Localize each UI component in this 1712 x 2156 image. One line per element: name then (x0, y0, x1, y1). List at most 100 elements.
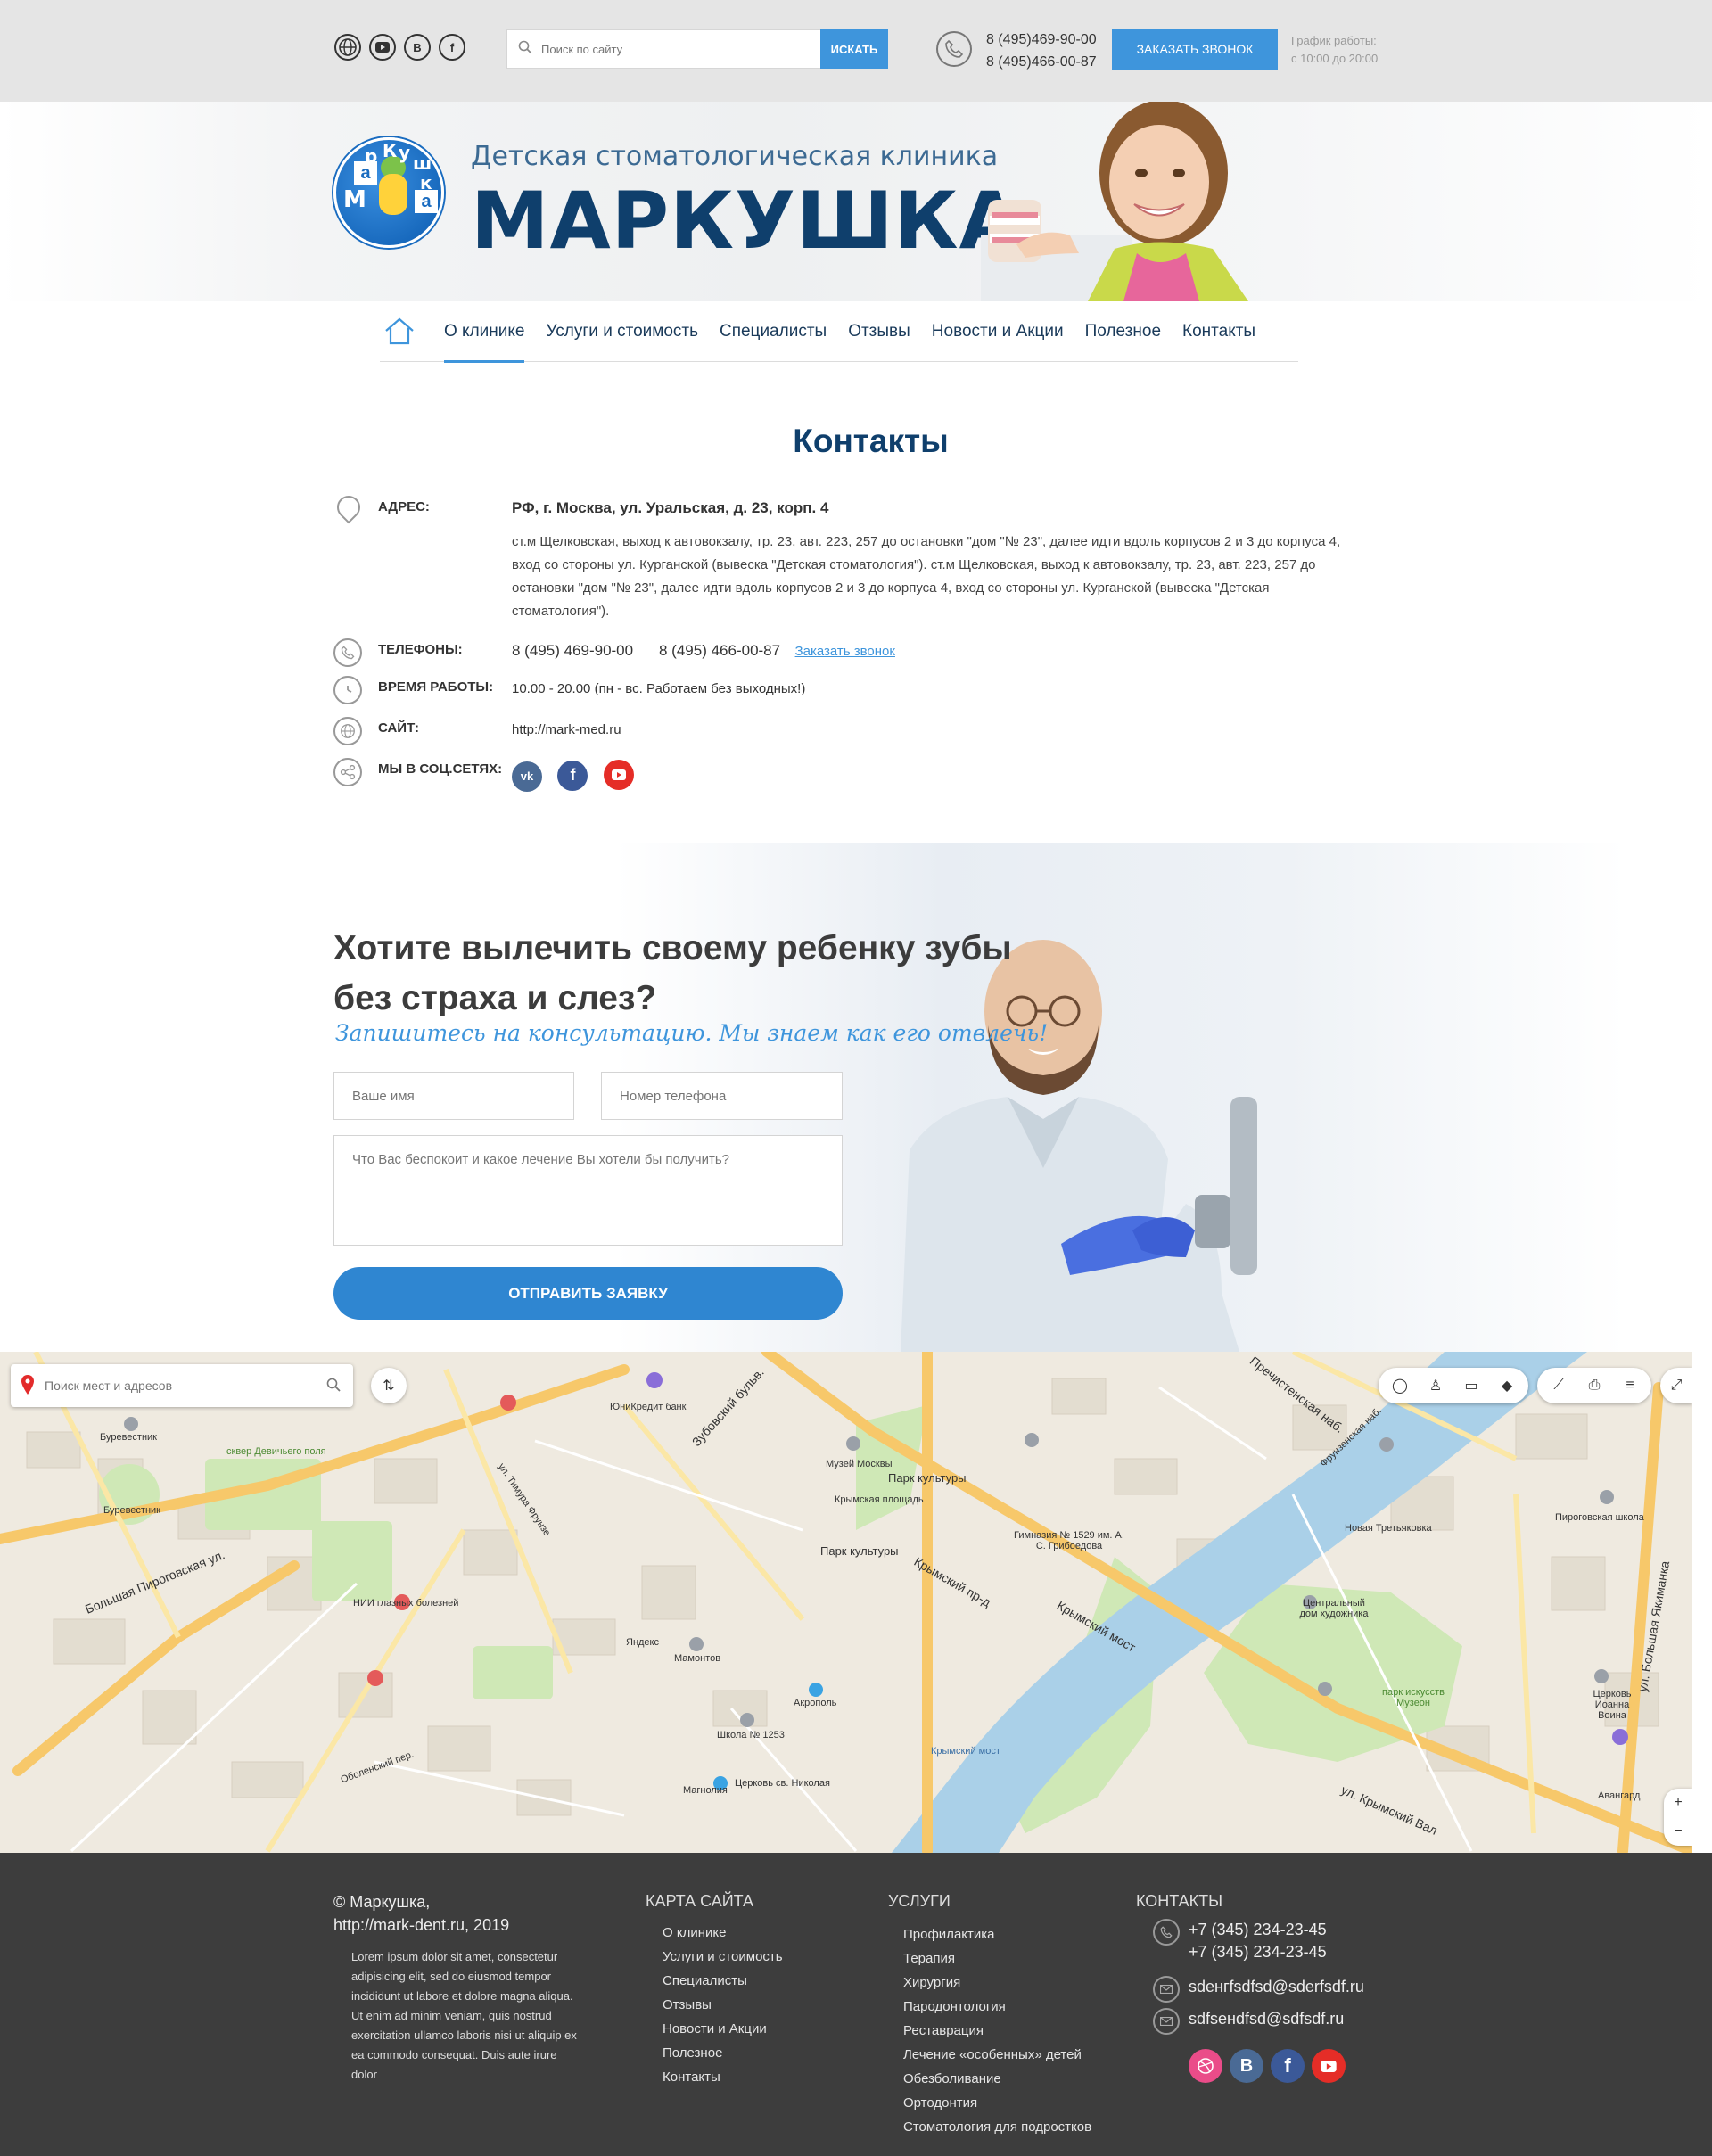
map-label[interactable]: Гимназия № 1529 им. А. С. Грибоедова (1011, 1530, 1127, 1551)
message-textarea[interactable] (333, 1135, 843, 1246)
menu-icon[interactable]: ≡ (1612, 1368, 1648, 1403)
vk-icon[interactable]: В (1230, 2049, 1263, 2083)
transport-icon[interactable]: ▭ (1453, 1368, 1489, 1403)
footer-link[interactable]: О клинике (663, 1921, 783, 1945)
zoom-out-icon[interactable]: − (1660, 1817, 1692, 1846)
footer-service-link[interactable]: Хирургия (903, 1971, 1091, 1995)
facebook-icon[interactable]: f (1271, 2049, 1305, 2083)
dribbble-icon[interactable] (1189, 2049, 1222, 2083)
route-icon: ⇅ (383, 1378, 395, 1394)
work-schedule-value: с 10:00 до 20:00 (1291, 52, 1379, 65)
map-label[interactable]: Буревестник (100, 1432, 157, 1443)
footer-link[interactable]: Контакты (663, 2065, 783, 2089)
map-label[interactable]: Авангард (1598, 1790, 1640, 1801)
map-label[interactable]: Парк культуры (820, 1544, 899, 1558)
map-route-button[interactable]: ⇅ (371, 1368, 407, 1403)
layers-icon[interactable]: ◆ (1489, 1368, 1525, 1403)
footer-service-link[interactable]: Пародонтология (903, 1995, 1091, 2019)
map-canvas[interactable] (0, 1352, 1692, 1853)
map-label[interactable]: Центральный дом художника (1298, 1598, 1370, 1619)
clinic-subtitle: Детская стоматологическая клиника (471, 141, 999, 172)
map-label[interactable]: Школа № 1253 (717, 1730, 785, 1740)
traffic-icon[interactable]: ◯ (1382, 1368, 1418, 1403)
youtube-icon[interactable] (369, 34, 396, 61)
print-icon[interactable]: ⎙ (1576, 1368, 1612, 1403)
map-search-icon[interactable] (326, 1378, 341, 1396)
footer-service-link[interactable]: Терапия (903, 1946, 1091, 1971)
top-phone-1[interactable]: 8 (495)469-90-00 (986, 29, 1097, 51)
contact-phone-2[interactable]: 8 (495) 466-00-87 (659, 642, 780, 659)
map-label[interactable]: парк искусств Музеон (1373, 1687, 1453, 1708)
footer-link[interactable]: Новости и Акции (663, 2017, 783, 2041)
zoom-in-icon[interactable]: + (1660, 1789, 1692, 1817)
map-label[interactable]: Яндекс (626, 1637, 659, 1648)
yandex-map[interactable]: ЮниКредит банк Буревестник сквер Девичье… (0, 1352, 1692, 1853)
nav-item-contacts[interactable]: Контакты (1182, 301, 1255, 362)
map-label[interactable]: Пироговская школа (1555, 1512, 1644, 1523)
name-input[interactable] (333, 1072, 574, 1120)
nav-item-useful[interactable]: Полезное (1085, 301, 1161, 362)
vk-icon[interactable]: vk (512, 761, 542, 792)
map-label[interactable]: Крымская площадь (835, 1494, 924, 1505)
footer-service-link[interactable]: Ортодонтия (903, 2091, 1091, 2115)
youtube-icon[interactable] (603, 760, 634, 790)
nav-item-specialists[interactable]: Специалисты (720, 301, 827, 362)
footer-link[interactable]: Полезное (663, 2041, 783, 2065)
footer-service-link[interactable]: Реставрация (903, 2019, 1091, 2043)
phones-value: 8 (495) 469-90-00 8 (495) 466-00-87 Зака… (512, 642, 895, 660)
map-search-input[interactable] (45, 1378, 303, 1393)
logo-letter: ш (413, 152, 432, 174)
panorama-icon[interactable]: ♙ (1418, 1368, 1453, 1403)
footer-service-link[interactable]: Обезболивание (903, 2067, 1091, 2091)
nav-item-news[interactable]: Новости и Акции (932, 301, 1064, 362)
footer-service-link[interactable]: Стоматология для подростков (903, 2115, 1091, 2139)
site-value[interactable]: http://mark-med.ru (512, 722, 621, 737)
map-fullscreen-button[interactable]: ⤢ (1660, 1368, 1692, 1403)
footer-link[interactable]: Специалисты (663, 1969, 783, 1993)
map-label[interactable]: Церковь св. Николая (735, 1778, 830, 1789)
footer-link[interactable]: Услуги и стоимость (663, 1945, 783, 1969)
home-icon[interactable] (383, 316, 416, 346)
search-input[interactable] (541, 42, 791, 56)
nav-item-reviews[interactable]: Отзывы (848, 301, 910, 362)
map-label[interactable]: Музей Москвы (826, 1459, 893, 1469)
logo-letter: К (383, 140, 398, 161)
footer: © Маркушка, http://mark-dent.ru, 2019 Lo… (0, 1853, 1712, 2156)
footer-phone-1[interactable]: +7 (345) 234-23-45 (1189, 1921, 1327, 1939)
footer-service-link[interactable]: Лечение «особенных» детей (903, 2043, 1091, 2067)
address-value: РФ, г. Москва, ул. Уральская, д. 23, кор… (512, 499, 829, 516)
top-phone-2[interactable]: 8 (495)466-00-87 (986, 51, 1097, 73)
order-call-link[interactable]: Заказать звонок (795, 644, 895, 659)
facebook-icon[interactable]: f (557, 760, 588, 791)
map-label[interactable]: сквер Девичьего поля (226, 1446, 326, 1457)
map-label[interactable]: Буревестник (103, 1505, 160, 1516)
youtube-icon[interactable] (1312, 2049, 1346, 2083)
search-button[interactable]: ИСКАТЬ (820, 29, 888, 69)
order-call-button[interactable]: ЗАКАЗАТЬ ЗВОНОК (1112, 29, 1278, 70)
footer-copyright-line2[interactable]: http://mark-dent.ru, 2019 (333, 1913, 509, 1937)
map-label[interactable]: Акрополь (794, 1698, 836, 1708)
ruler-icon[interactable]: ⟋ (1541, 1368, 1576, 1403)
footer-email-1[interactable]: sdeнгfsdfsd@sderfsdf.ru (1189, 1978, 1364, 1996)
contact-phone-1[interactable]: 8 (495) 469-90-00 (512, 642, 633, 659)
map-label[interactable]: НИИ глазных болезней (353, 1598, 458, 1609)
map-label[interactable]: Церковь Иоанна Воина (1585, 1689, 1639, 1721)
map-label[interactable]: Крымский мост (931, 1746, 1000, 1757)
nav-item-about[interactable]: О клинике (444, 301, 525, 363)
globe-icon[interactable] (334, 34, 361, 61)
footer-link[interactable]: Отзывы (663, 1993, 783, 2017)
nav-item-services[interactable]: Услуги и стоимость (546, 301, 698, 362)
footer-service-link[interactable]: Профилактика (903, 1922, 1091, 1946)
map-label[interactable]: Мамонтов (674, 1653, 720, 1664)
logo[interactable]: М а р К у ш к а (333, 137, 444, 248)
facebook-icon[interactable]: f (439, 34, 465, 61)
map-label[interactable]: Новая Третьяковка (1345, 1523, 1432, 1534)
submit-request-button[interactable]: ОТПРАВИТЬ ЗАЯВКУ (333, 1267, 843, 1320)
footer-email-2[interactable]: sdfsенdfsd@sdfsdf.ru (1189, 2010, 1344, 2028)
map-label[interactable]: Парк культуры (888, 1471, 967, 1485)
phone-input[interactable] (601, 1072, 843, 1120)
vk-icon[interactable]: В (404, 34, 431, 61)
map-label[interactable]: ЮниКредит банк (610, 1402, 686, 1412)
footer-phone-2[interactable]: +7 (345) 234-23-45 (1189, 1943, 1327, 1962)
map-label[interactable]: Магнолия (683, 1785, 728, 1796)
